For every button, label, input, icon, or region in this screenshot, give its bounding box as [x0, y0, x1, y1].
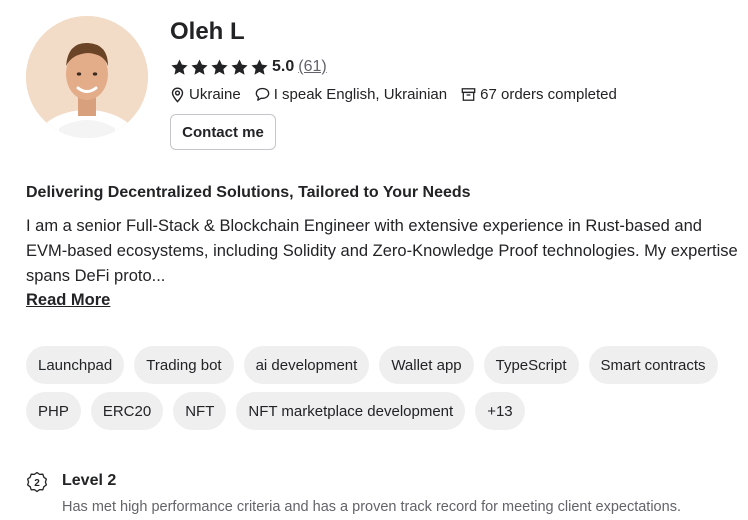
skill-tag[interactable]: NFT marketplace development	[236, 392, 466, 430]
about-description: I am a senior Full-Stack & Blockchain En…	[26, 217, 738, 285]
skill-tag[interactable]: Wallet app	[379, 346, 474, 384]
orders-item: 67 orders completed	[461, 86, 617, 103]
skill-tag[interactable]: TypeScript	[483, 346, 579, 384]
skill-tag[interactable]: PHP	[26, 392, 81, 430]
skill-tag[interactable]: Launchpad	[26, 346, 125, 384]
star-icon	[211, 59, 228, 75]
more-tags-button[interactable]: +13	[475, 392, 525, 430]
skill-tag[interactable]: ERC20	[90, 392, 164, 430]
country-text: Ukraine	[189, 86, 241, 103]
avatar	[26, 16, 148, 138]
orders-box-icon	[461, 88, 476, 101]
read-more-link[interactable]: Read More	[26, 291, 110, 310]
country-item: Ukraine	[170, 86, 241, 103]
skill-tag[interactable]: Smart contracts	[588, 346, 718, 384]
level-description: Has met high performance criteria and ha…	[62, 499, 681, 515]
skill-tag[interactable]: ai development	[243, 346, 370, 384]
location-pin-icon	[171, 86, 184, 103]
rating-stars	[170, 58, 269, 77]
about-headline: Delivering Decentralized Solutions, Tail…	[26, 184, 471, 201]
profile-name: Oleh L	[170, 18, 245, 45]
star-icon	[251, 59, 268, 75]
orders-text: 67 orders completed	[480, 86, 617, 103]
level-badge-icon: 2	[26, 471, 48, 493]
rating-value: 5.0	[272, 58, 295, 75]
skill-tag[interactable]: Trading bot	[134, 346, 234, 384]
rating-row: 5.0 (61)	[170, 57, 327, 77]
contact-me-button[interactable]: Contact me	[170, 114, 276, 150]
skill-tag[interactable]: NFT	[173, 392, 227, 430]
level-badge-number: 2	[34, 478, 40, 489]
rating-count-link[interactable]: (61)	[298, 58, 326, 76]
star-icon	[171, 59, 188, 75]
level-title: Level 2	[62, 472, 117, 489]
languages-text: I speak English, Ukrainian	[273, 86, 448, 103]
star-icon	[191, 59, 208, 75]
languages-item: I speak English, Ukrainian	[255, 86, 447, 103]
star-icon	[231, 59, 248, 75]
skill-tags: Launchpad Trading bot ai development Wallet…	[26, 346, 726, 430]
speech-bubble-icon	[255, 87, 270, 101]
profile-meta: Ukraine I speak English, Ukrainian 67 or…	[170, 86, 631, 103]
